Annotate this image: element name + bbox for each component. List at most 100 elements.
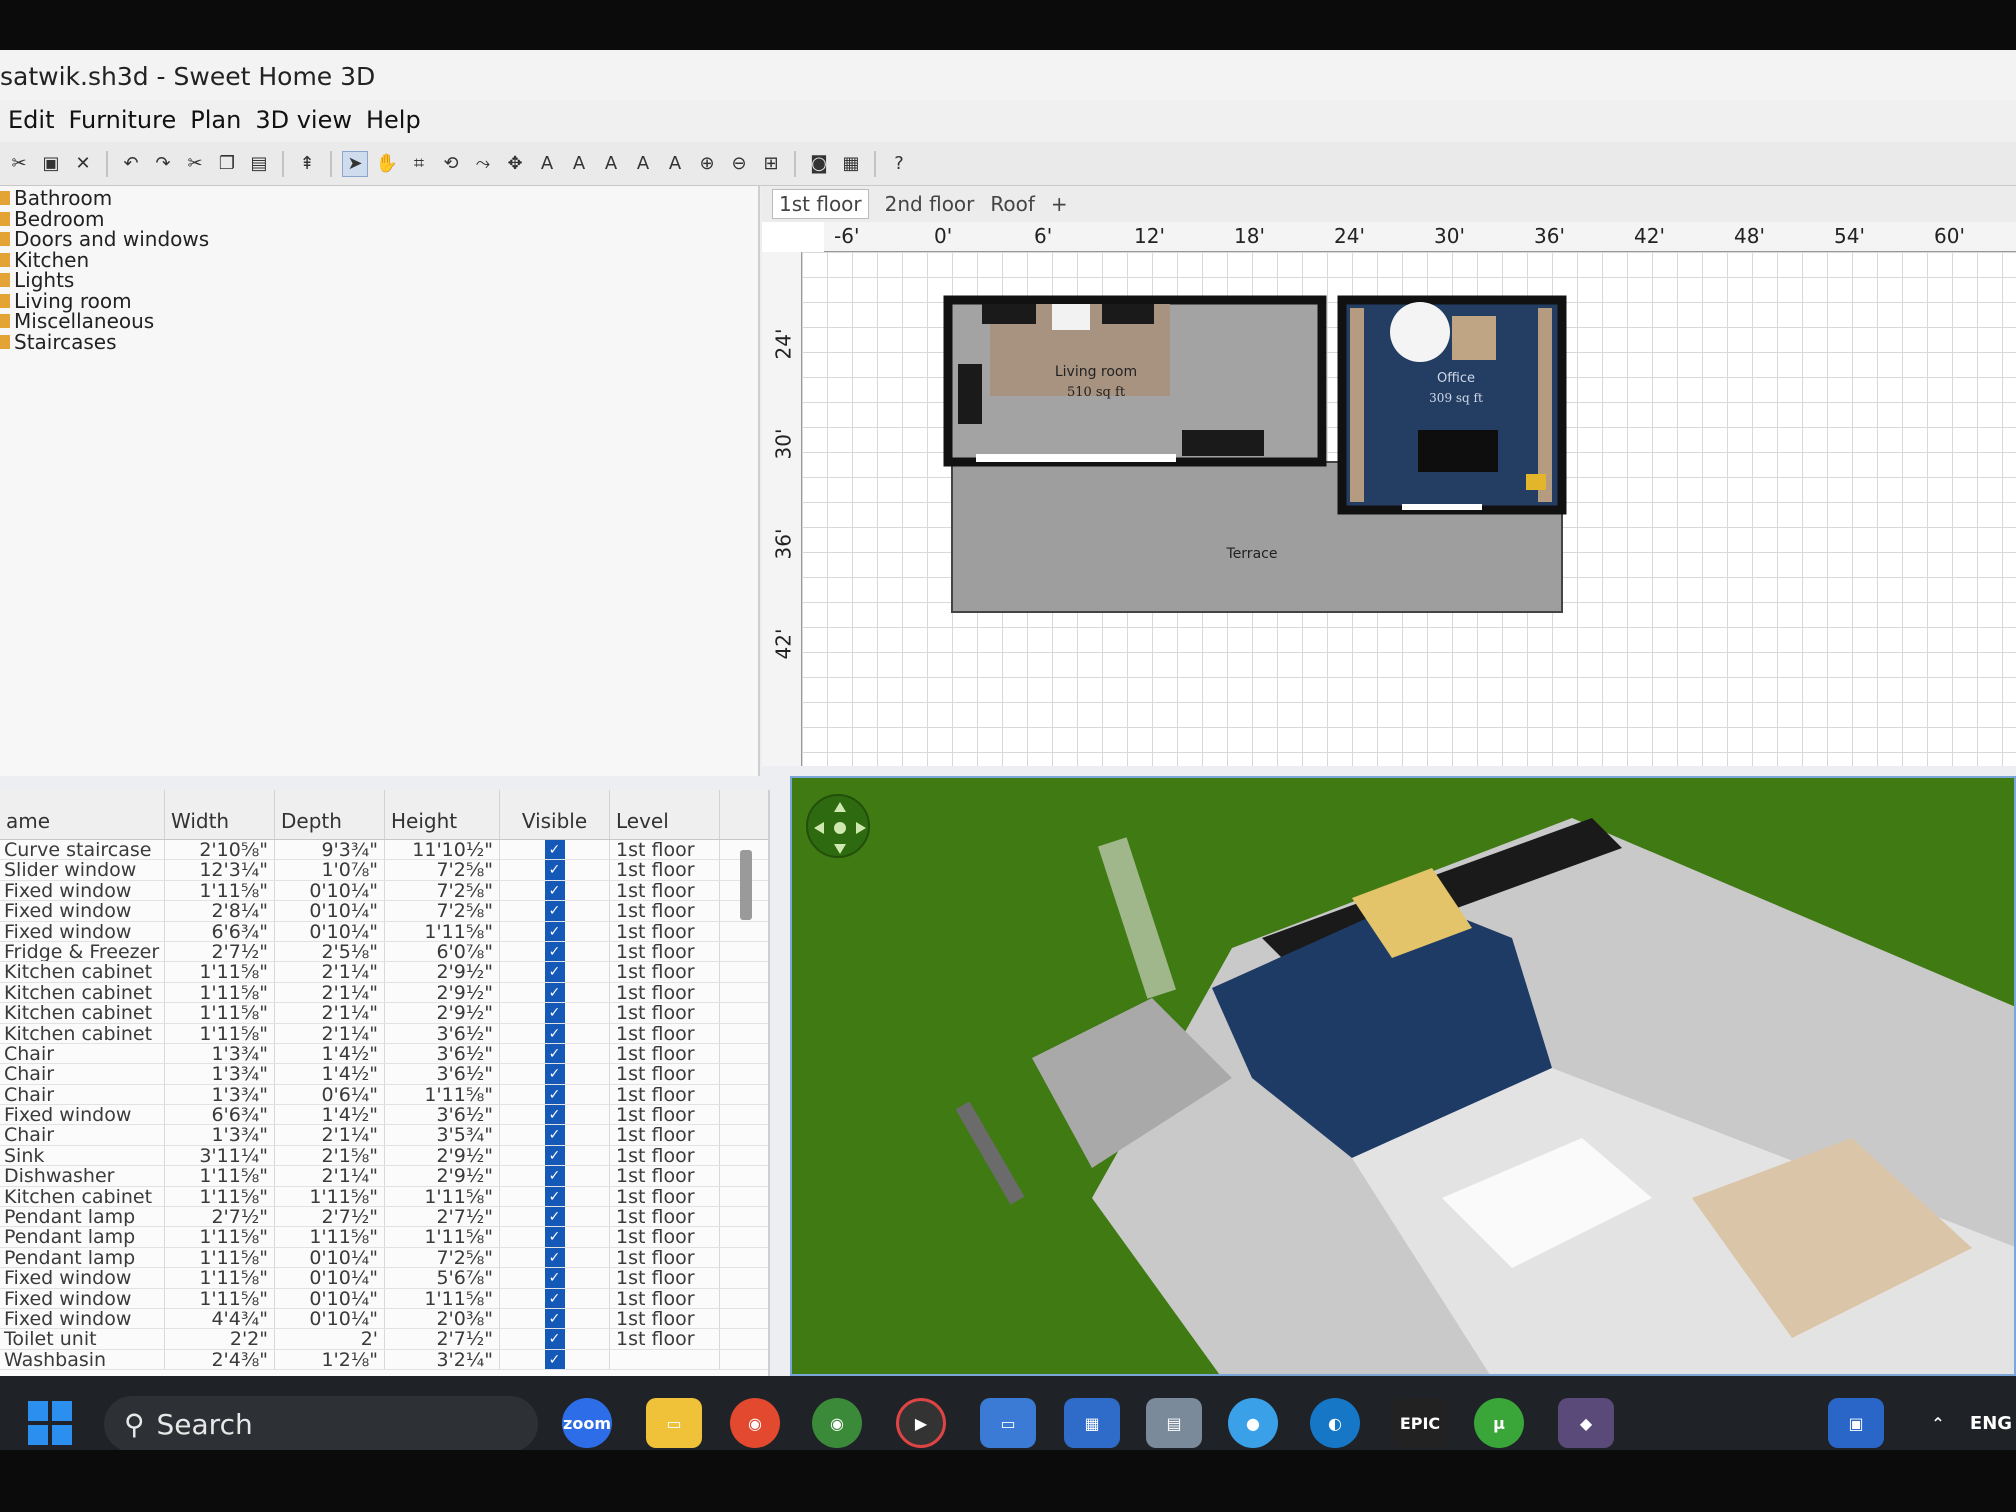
table-row[interactable]: Fixed window 1'11⅝" 0'10¼" 7'2⅝" ✓ 1st floor — [0, 880, 768, 902]
help-icon[interactable]: ? — [886, 151, 912, 177]
check-icon[interactable]: ✓ — [544, 1064, 565, 1084]
check-icon[interactable]: ✓ — [544, 941, 565, 962]
create-rooms-icon[interactable]: ⟲ — [438, 151, 464, 177]
add-level-button[interactable]: + — [1051, 192, 1068, 216]
game-app-icon[interactable]: ◆ — [1558, 1398, 1614, 1448]
cut-furniture-icon[interactable]: ✂ — [6, 151, 32, 177]
create-video-icon[interactable]: ▦ — [838, 151, 864, 177]
tab-2nd-floor[interactable]: 2nd floor — [885, 192, 975, 216]
remote-desktop-icon[interactable]: ▭ — [980, 1398, 1036, 1448]
catalog-item-bedroom[interactable]: Bedroom — [0, 207, 758, 231]
column-height[interactable]: Height — [385, 790, 500, 839]
check-icon[interactable]: ✓ — [544, 1247, 565, 1268]
catalog-item-staircases[interactable]: Staircases — [0, 330, 758, 354]
table-row[interactable]: Fixed window 6'6¾" 1'4½" 3'6½" ✓ 1st floor — [0, 1105, 768, 1126]
cut-icon[interactable]: ✂ — [182, 151, 208, 177]
paste-icon[interactable]: ▤ — [246, 151, 272, 177]
table-row[interactable]: Dishwasher 1'11⅝" 2'1¼" 2'9½" ✓ 1st floor — [0, 1166, 768, 1187]
language-indicator[interactable]: ENG — [1966, 1398, 2016, 1448]
zoom-in-icon[interactable]: ⊕ — [694, 151, 720, 177]
table-row[interactable]: Kitchen cabinet 1'11⅝" 2'1¼" 2'9½" ✓ 1st floo… — [0, 962, 768, 983]
chrome-icon[interactable]: ◉ — [730, 1398, 780, 1448]
check-icon[interactable]: ✓ — [544, 860, 565, 880]
copy-icon[interactable]: ❐ — [214, 151, 240, 177]
task-manager-icon[interactable]: ▦ — [1064, 1398, 1120, 1448]
file-explorer-icon[interactable]: ▭ — [646, 1398, 702, 1448]
check-icon[interactable]: ✓ — [544, 1288, 565, 1308]
3d-view[interactable] — [790, 776, 2016, 1376]
check-icon[interactable]: ✓ — [544, 1125, 565, 1145]
check-icon[interactable]: ✓ — [544, 982, 565, 1003]
check-icon[interactable]: ✓ — [544, 880, 565, 901]
check-icon[interactable]: ✓ — [544, 1227, 565, 1247]
chrome-profile-icon[interactable]: ◉ — [812, 1398, 862, 1448]
table-row[interactable]: Fixed window 1'11⅝" 0'10¼" 1'11⅝" ✓ 1st floor — [0, 1288, 768, 1309]
menu-plan[interactable]: Plan — [190, 106, 241, 136]
check-icon[interactable]: ✓ — [544, 1003, 565, 1023]
add-text-icon[interactable]: A — [534, 151, 560, 177]
catalog-item-kitchen[interactable]: Kitchen — [0, 248, 758, 272]
decrease-text-icon[interactable]: A — [598, 151, 624, 177]
table-scrollbar[interactable] — [740, 850, 752, 920]
table-row[interactable]: Kitchen cabinet 1'11⅝" 2'1¼" 2'9½" ✓ 1st floo… — [0, 982, 768, 1004]
catalog-item-lights[interactable]: Lights — [0, 268, 758, 292]
table-row[interactable]: Slider window 12'3¼" 1'0⅞" 7'2⅝" ✓ 1st floor — [0, 860, 768, 881]
sweet-home-3d-icon[interactable]: ▤ — [1146, 1398, 1202, 1448]
check-icon[interactable]: ✓ — [544, 1186, 565, 1207]
utorrent-icon[interactable]: µ — [1474, 1398, 1524, 1448]
table-row[interactable]: Fixed window 6'6¾" 0'10¼" 1'11⅝" ✓ 1st floor — [0, 921, 768, 942]
create-photo-icon[interactable]: ◙ — [806, 151, 832, 177]
chevron-up-icon[interactable]: ⌃ — [1910, 1398, 1966, 1448]
table-row[interactable]: Fridge & Freezer 2'7½" 2'5⅛" 6'0⅞" ✓ 1st floo… — [0, 941, 768, 963]
catalog-item-living-room[interactable]: Living room — [0, 289, 758, 313]
check-icon[interactable]: ✓ — [544, 840, 565, 860]
table-row[interactable]: Fixed window 4'4¾" 0'10¼" 2'0⅜" ✓ 1st floor — [0, 1308, 768, 1330]
check-icon[interactable]: ✓ — [544, 1043, 565, 1064]
table-row[interactable]: Curve staircase 2'10⅝" 9'3¾" 11'10½" ✓ 1st fl… — [0, 840, 768, 861]
menu-help[interactable]: Help — [366, 106, 421, 136]
check-icon[interactable]: ✓ — [544, 1349, 565, 1370]
save-icon[interactable]: ▣ — [38, 151, 64, 177]
menu-3d-view[interactable]: 3D view — [255, 106, 352, 136]
windows-start-icon[interactable] — [22, 1398, 78, 1448]
check-icon[interactable]: ✓ — [544, 1023, 565, 1043]
table-row[interactable]: Chair 1'3¾" 1'4½" 3'6½" ✓ 1st floor — [0, 1064, 768, 1085]
pan-mode-icon[interactable]: ✋ — [374, 151, 400, 177]
tab-roof[interactable]: Roof — [990, 192, 1035, 216]
table-row[interactable]: Kitchen cabinet 1'11⅝" 2'1¼" 3'6½" ✓ 1st floo… — [0, 1023, 768, 1044]
column-level[interactable]: Level — [610, 790, 720, 839]
check-icon[interactable]: ✓ — [544, 1105, 565, 1125]
people-app-icon[interactable]: ● — [1228, 1398, 1278, 1448]
create-polylines-icon[interactable]: ⤳ — [470, 151, 496, 177]
table-row[interactable]: Fixed window 2'8¼" 0'10¼" 7'2⅝" ✓ 1st floor — [0, 901, 768, 922]
tab-1st-floor[interactable]: 1st floor — [772, 189, 869, 219]
table-row[interactable]: Kitchen cabinet 1'11⅝" 2'1¼" 2'9½" ✓ 1st floo… — [0, 1003, 768, 1024]
catalog-item-doors-windows[interactable]: Doors and windows — [0, 227, 758, 251]
column-name[interactable]: ame — [0, 790, 165, 839]
catalog-item-bathroom[interactable]: Bathroom — [0, 186, 758, 210]
select-mode-icon[interactable]: ➤ — [342, 150, 368, 177]
menu-furniture[interactable]: Furniture — [68, 106, 176, 136]
table-row[interactable]: Sink 3'11¼" 2'1⅝" 2'9½" ✓ 1st floor — [0, 1145, 768, 1167]
bold-text-icon[interactable]: A — [630, 151, 656, 177]
check-icon[interactable]: ✓ — [544, 1308, 565, 1329]
check-icon[interactable]: ✓ — [544, 1207, 565, 1227]
import-background-icon[interactable]: ⊞ — [758, 151, 784, 177]
catalog-item-miscellaneous[interactable]: Miscellaneous — [0, 309, 758, 333]
plan-view[interactable]: 1st floor 2nd floor Roof + -6' 0' 6' 12' 18'… — [762, 186, 2016, 766]
check-icon[interactable]: ✓ — [544, 962, 565, 982]
table-row[interactable]: Pendant lamp 2'7½" 2'7½" 2'7½" ✓ 1st floor — [0, 1207, 768, 1228]
table-row[interactable]: Kitchen cabinet 1'11⅝" 1'11⅝" 1'11⅝" ✓ 1st fl… — [0, 1186, 768, 1208]
check-icon[interactable]: ✓ — [544, 1268, 565, 1288]
epic-games-icon[interactable]: EPIC — [1392, 1398, 1448, 1448]
table-row[interactable]: Pendant lamp 1'11⅝" 0'10¼" 7'2⅝" ✓ 1st floor — [0, 1247, 768, 1269]
column-width[interactable]: Width — [165, 790, 275, 839]
create-dimensions-icon[interactable]: ✥ — [502, 151, 528, 177]
taskbar-search[interactable]: ⚲ Search — [104, 1396, 538, 1450]
column-visible[interactable]: Visible — [500, 790, 610, 839]
increase-text-icon[interactable]: A — [566, 151, 592, 177]
zoom-out-icon[interactable]: ⊖ — [726, 151, 752, 177]
add-furniture-icon[interactable]: ⇞ — [294, 151, 320, 177]
create-walls-icon[interactable]: ⌗ — [406, 151, 432, 177]
check-icon[interactable]: ✓ — [544, 1329, 565, 1349]
